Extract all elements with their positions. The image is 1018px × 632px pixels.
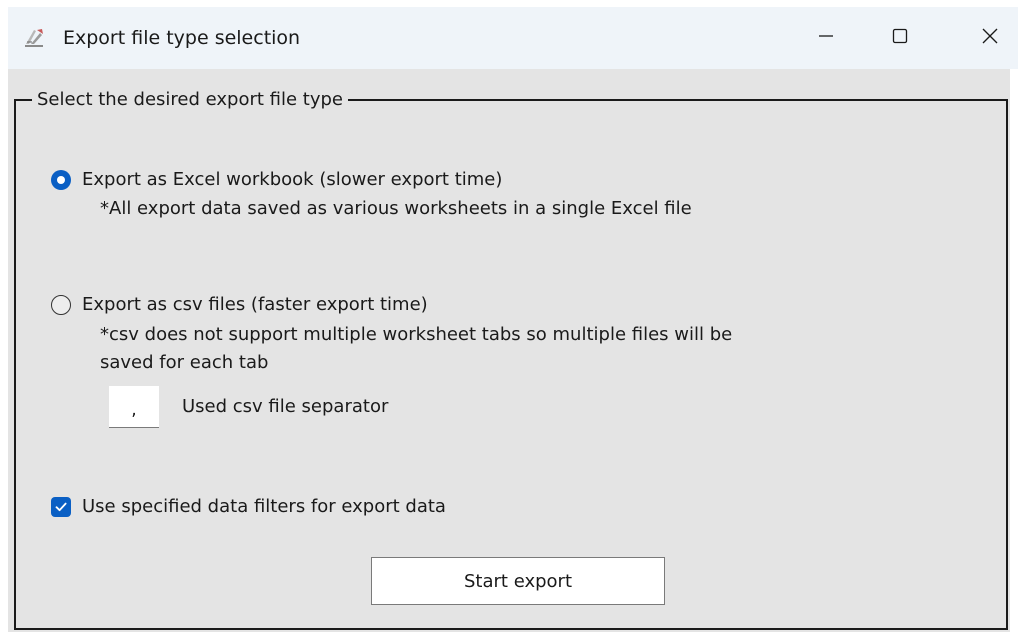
minimize-icon <box>816 26 836 50</box>
excel-option-note: *All export data saved as various worksh… <box>100 198 692 219</box>
start-export-button[interactable]: Start export <box>371 557 665 605</box>
excel-option-label[interactable]: Export as Excel workbook (slower export … <box>82 167 502 193</box>
csv-radio-button[interactable] <box>51 295 71 315</box>
minimize-button[interactable] <box>796 7 856 69</box>
excel-radio-button[interactable] <box>51 170 71 190</box>
export-tool-icon <box>22 26 46 50</box>
data-filters-checkbox[interactable] <box>51 497 71 517</box>
close-icon <box>980 26 1000 50</box>
maximize-icon <box>890 26 910 50</box>
title-bar[interactable]: Export file type selection <box>8 7 1018 69</box>
radio-selected-dot <box>57 176 65 184</box>
window-title: Export file type selection <box>63 27 301 49</box>
dialog-body: Select the desired export file type Expo… <box>8 69 1010 632</box>
csv-option-note-line1: *csv does not support multiple worksheet… <box>100 324 733 345</box>
close-button[interactable] <box>960 7 1018 69</box>
start-export-label: Start export <box>464 570 572 592</box>
csv-separator-input[interactable] <box>109 386 159 428</box>
csv-separator-label: Used csv file separator <box>182 396 389 417</box>
export-dialog-window: Export file type selection Select the de… <box>8 7 1018 632</box>
checkmark-icon <box>55 502 67 512</box>
csv-option-note-line2: saved for each tab <box>100 352 269 373</box>
csv-option-label[interactable]: Export as csv files (faster export time) <box>82 292 428 318</box>
maximize-button[interactable] <box>870 7 930 69</box>
groupbox-legend: Select the desired export file type <box>32 89 348 111</box>
data-filters-label[interactable]: Use specified data filters for export da… <box>82 494 446 520</box>
